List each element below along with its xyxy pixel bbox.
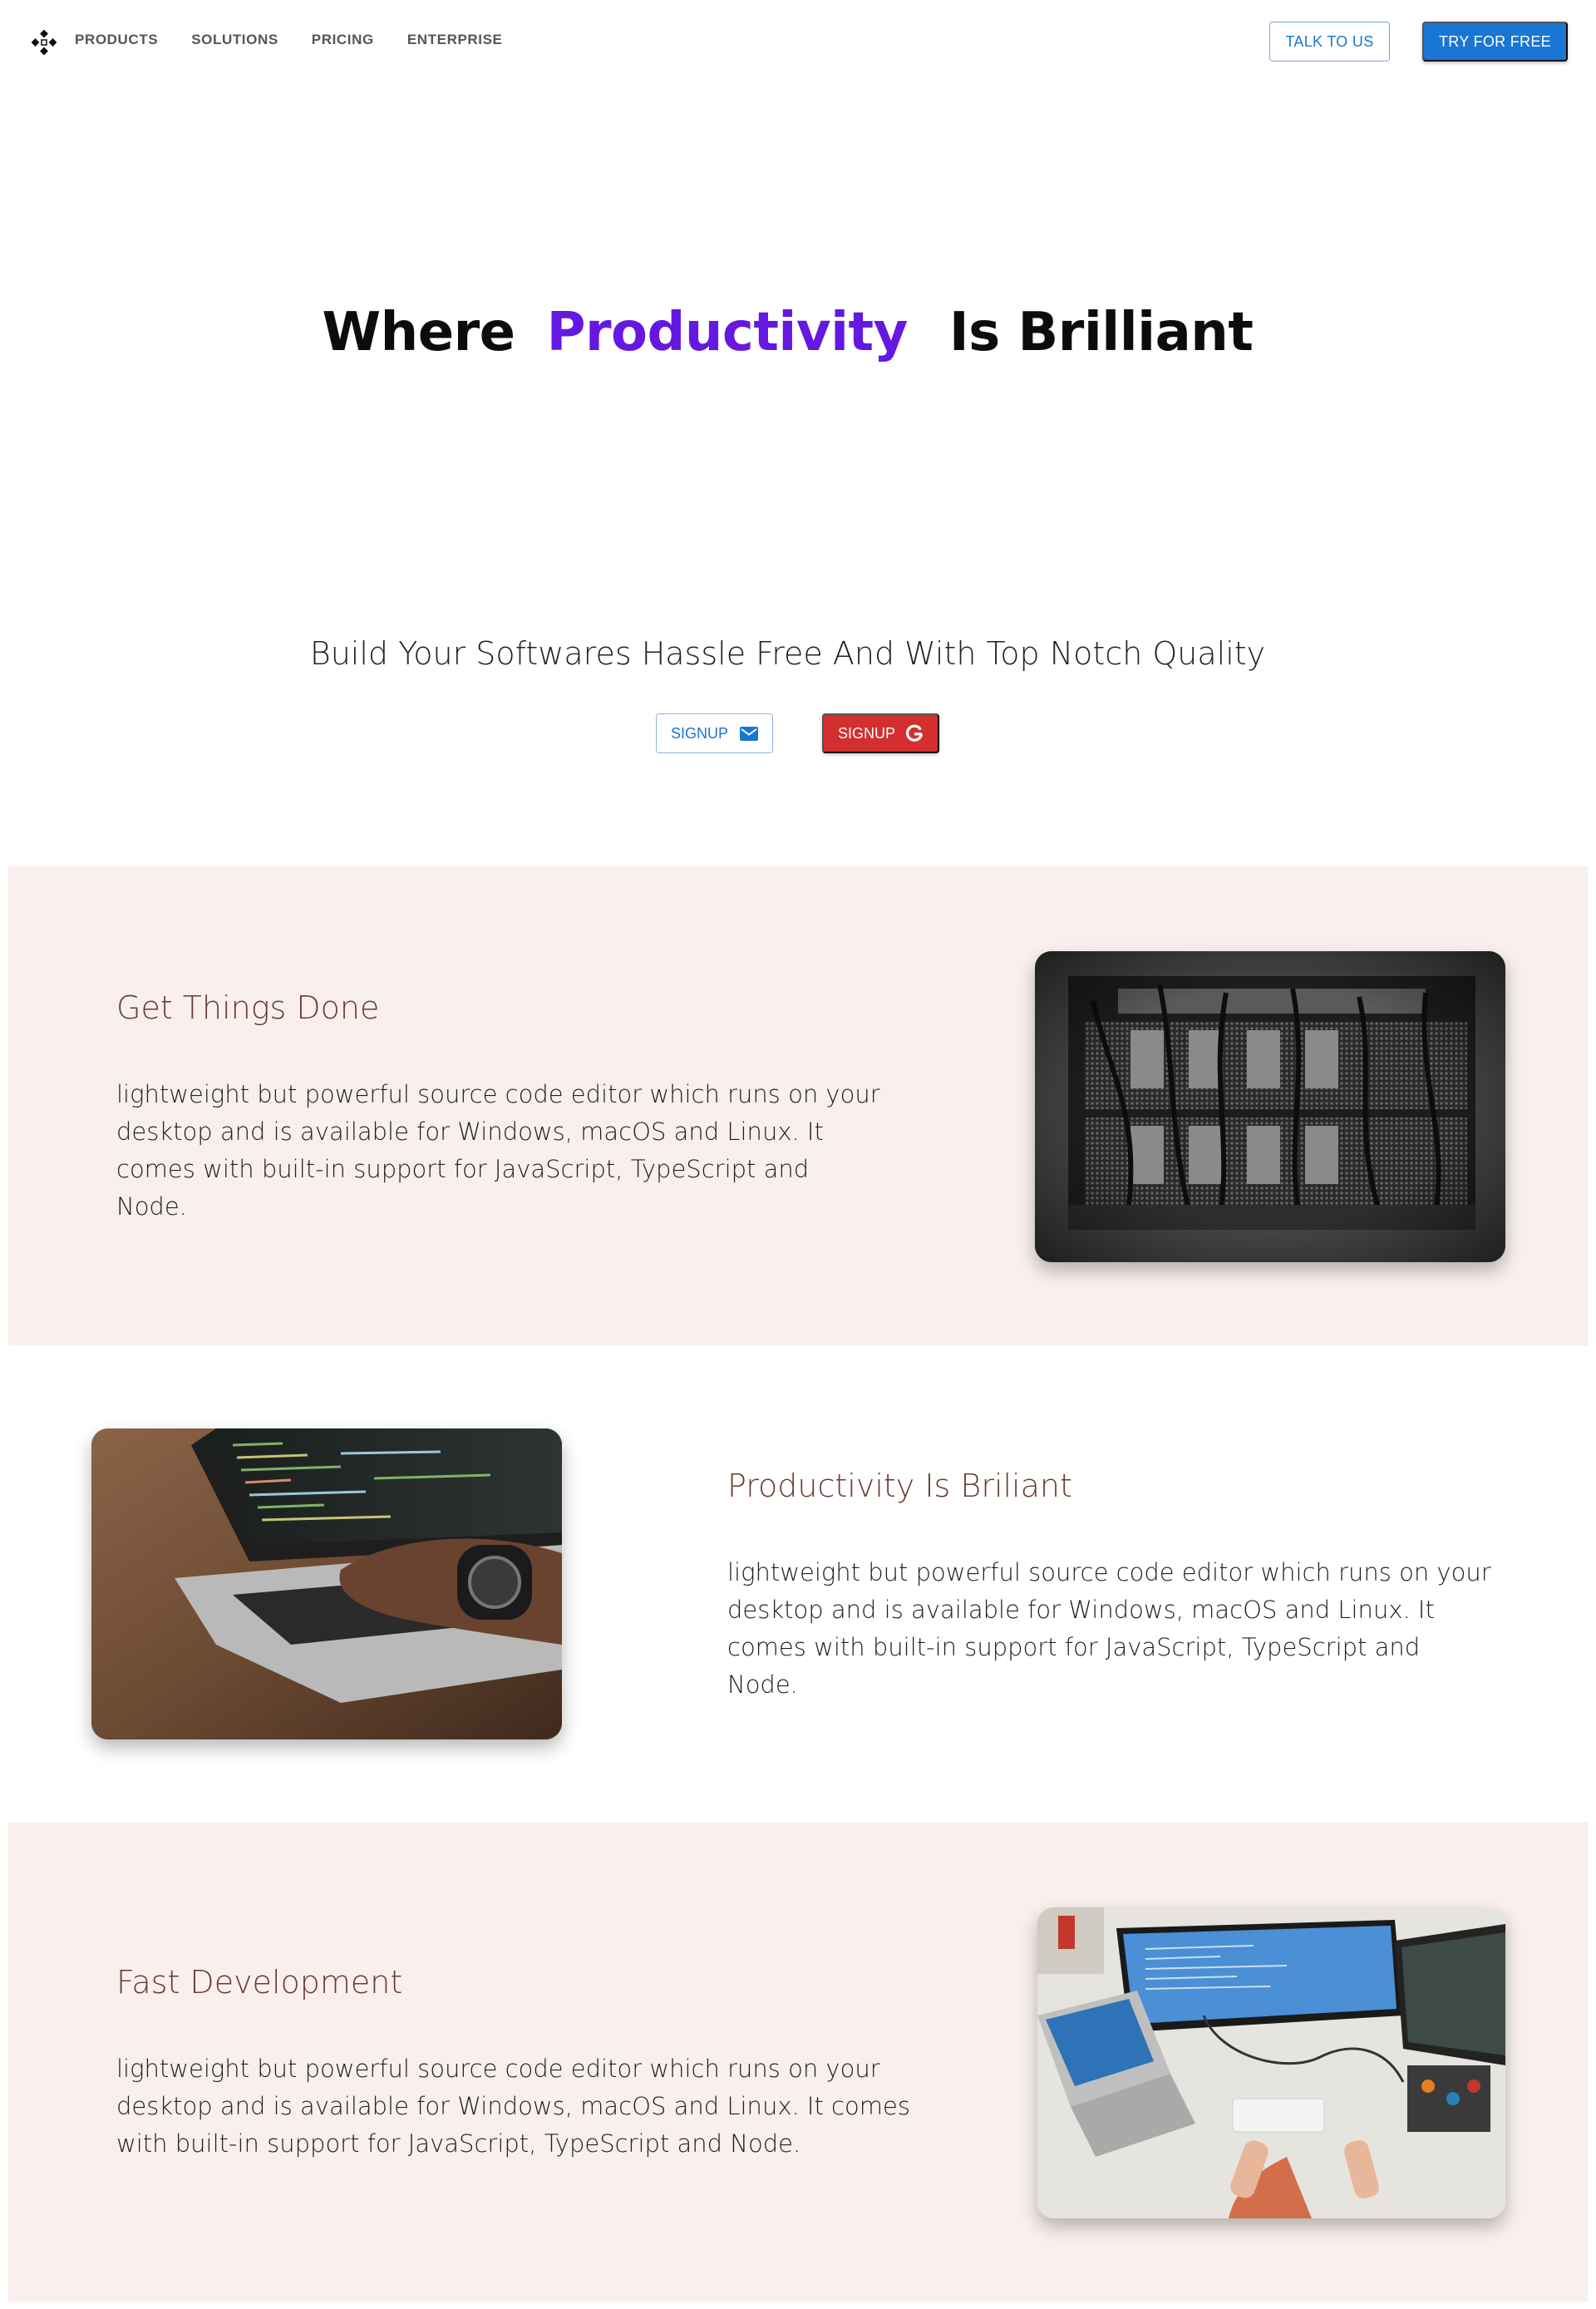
hero-title-part2: Is Brilliant — [948, 302, 1254, 363]
nav-link-enterprise[interactable]: ENTERPRISE — [407, 31, 503, 49]
feature-3-title: Fast Development — [116, 1964, 403, 2001]
server-rack-image — [1035, 951, 1505, 1262]
feature-2-body: lightweight but powerful source code edi… — [727, 1558, 1491, 1699]
signup-email-button[interactable]: SIGNUP — [656, 713, 773, 753]
logo-icon[interactable] — [32, 30, 57, 55]
workstation-desk-image — [1037, 1907, 1505, 2218]
feature-2-title: Productivity Is Briliant — [727, 1468, 1072, 1504]
feature-1-body: lightweight but powerful source code edi… — [116, 1080, 880, 1221]
nav-link-solutions[interactable]: SOLUTIONS — [191, 31, 278, 49]
signup-email-label: SIGNUP — [670, 724, 728, 742]
hero-title-accent: Productivity — [546, 302, 909, 363]
nav-links: PRODUCTS SOLUTIONS PRICING ENTERPRISE — [75, 31, 535, 49]
top-navbar: PRODUCTS SOLUTIONS PRICING ENTERPRISE TA… — [0, 0, 1596, 81]
hero-subtitle: Build Your Softwares Hassle Free And Wit… — [309, 635, 1266, 672]
nav-link-pricing[interactable]: PRICING — [312, 31, 374, 49]
feature-3-body: lightweight but powerful source code edi… — [116, 2055, 910, 2158]
hero-title: Where Productivity Is Brilliant — [0, 299, 1575, 366]
nav-link-products[interactable]: PRODUCTS — [75, 31, 158, 49]
google-icon — [906, 724, 924, 742]
hero-title-part1: Where — [322, 302, 516, 363]
talk-to-us-button[interactable]: TALK TO US — [1269, 22, 1390, 62]
signup-google-label: SIGNUP — [837, 724, 895, 742]
signup-google-button[interactable]: SIGNUP — [822, 713, 939, 753]
try-for-free-button[interactable]: TRY FOR FREE — [1422, 22, 1568, 62]
mail-icon — [740, 726, 758, 741]
laptop-typing-image — [91, 1428, 562, 1739]
feature-1-title: Get Things Done — [116, 989, 380, 1026]
